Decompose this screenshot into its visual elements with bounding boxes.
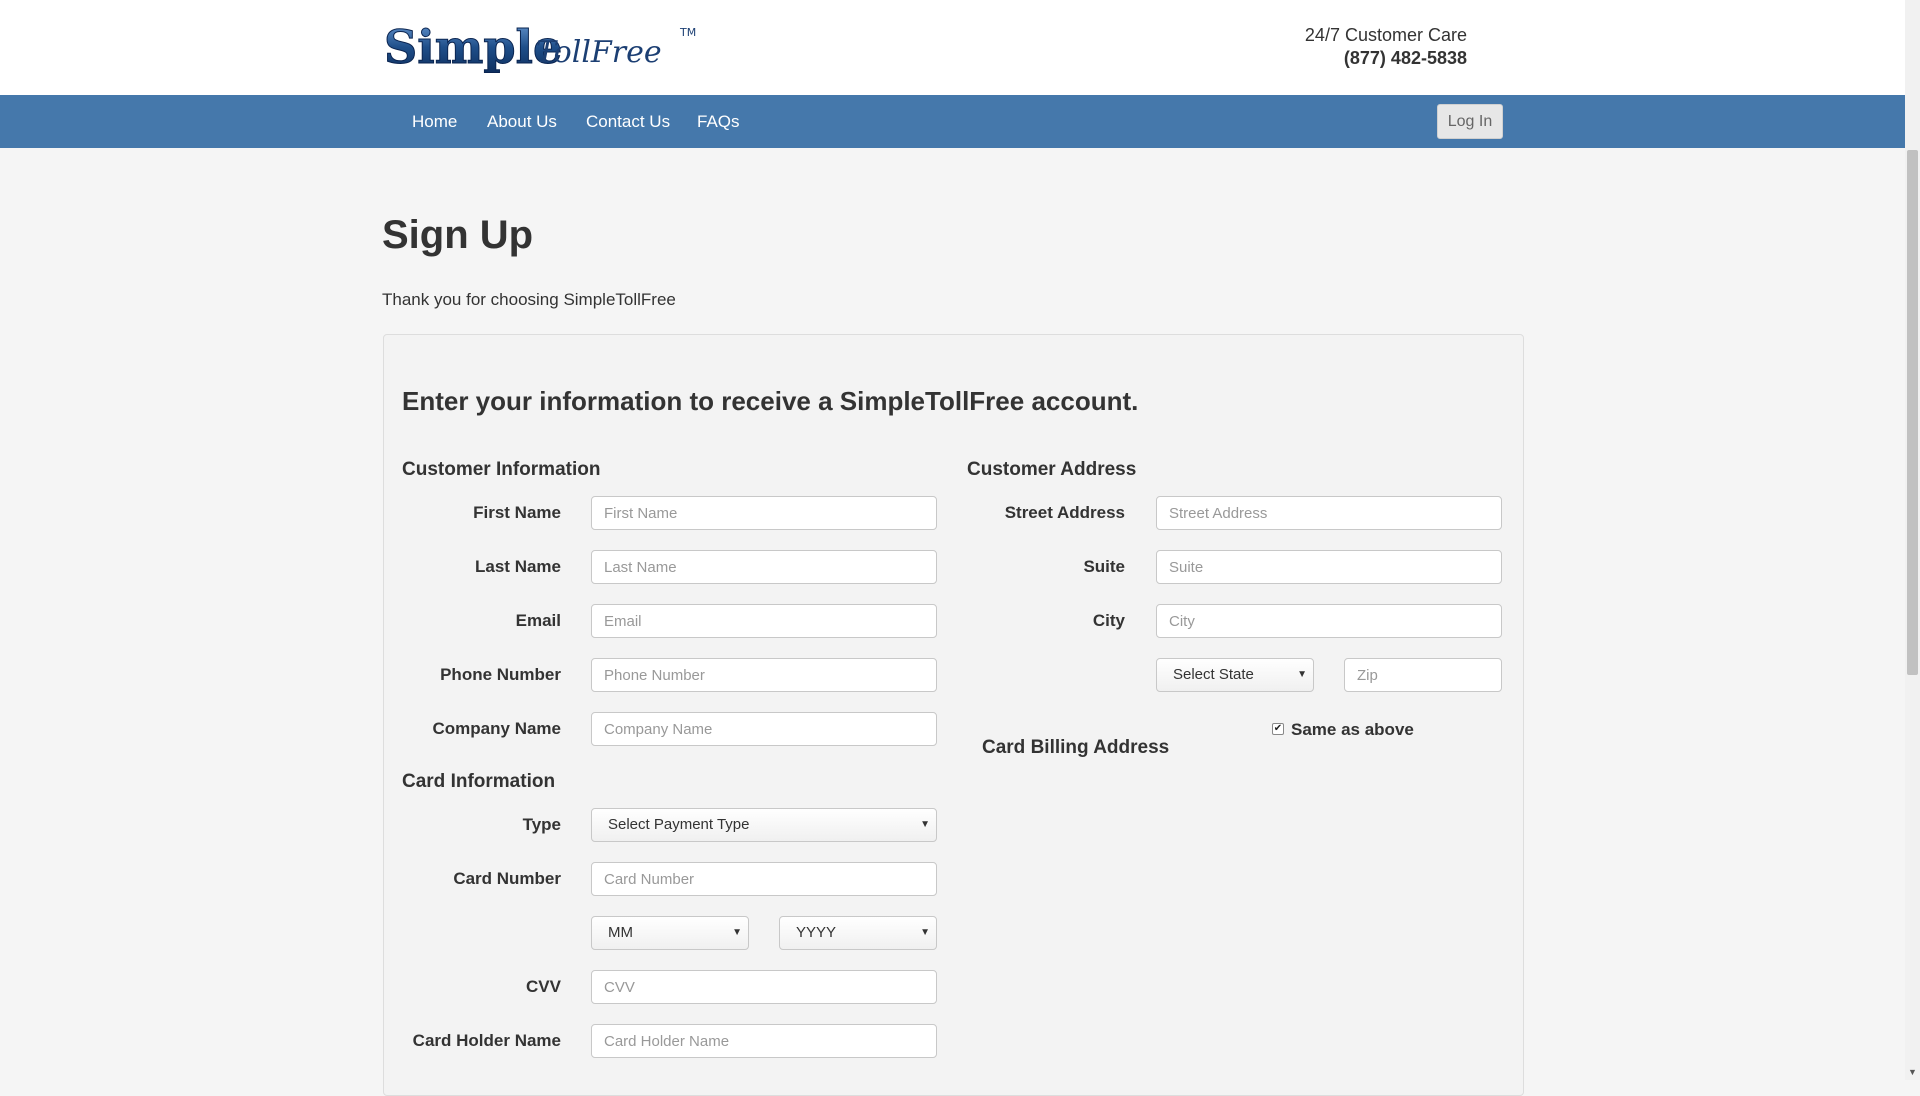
dropdown-arrow-icon: ▼ — [1297, 669, 1307, 680]
card-information-title: Card Information — [402, 771, 556, 792]
customer-care-phone[interactable]: (877) 482-5838 — [1305, 47, 1467, 70]
payment-type-select[interactable]: Select Payment Type ▼ — [591, 808, 937, 842]
nav-home[interactable]: Home — [412, 95, 457, 148]
nav-faqs[interactable]: FAQs — [697, 95, 740, 148]
city-input[interactable] — [1156, 604, 1502, 638]
suite-label: Suite — [1083, 557, 1125, 576]
simpletollfree-logo[interactable]: Simple TollFree TM — [382, 18, 702, 75]
street-address-input[interactable] — [1156, 496, 1502, 530]
card-billing-address-title: Card Billing Address — [982, 737, 1170, 758]
payment-type-value: Select Payment Type — [608, 816, 750, 833]
top-header: Simple TollFree TM 24/7 Customer Care (8… — [0, 0, 1905, 95]
last-name-input[interactable] — [591, 550, 937, 584]
zip-input[interactable] — [1344, 658, 1502, 692]
street-address-label: Street Address — [1004, 503, 1125, 522]
phone-number-label: Phone Number — [440, 665, 561, 684]
customer-address-title: Customer Address — [967, 459, 1137, 480]
company-name-label: Company Name — [432, 719, 561, 738]
same-as-above-checkbox[interactable]: ✔ — [1272, 723, 1284, 735]
same-as-above-label[interactable]: Same as above — [1291, 720, 1414, 740]
state-select[interactable]: Select State ▼ — [1156, 658, 1314, 692]
city-label: City — [1092, 611, 1125, 630]
dropdown-arrow-icon: ▼ — [920, 927, 930, 938]
page-subtitle: Thank you for choosing SimpleTollFree — [382, 290, 676, 309]
card-holder-name-input[interactable] — [591, 1024, 937, 1058]
card-holder-name-label: Card Holder Name — [412, 1031, 561, 1050]
state-value: Select State — [1173, 666, 1254, 683]
svg-text:TollFree: TollFree — [536, 35, 662, 70]
main-navbar: Home About Us Contact Us FAQs — [0, 95, 1905, 148]
expiry-year-select[interactable]: YYYY ▼ — [779, 916, 937, 950]
email-label: Email — [515, 611, 561, 630]
customer-information-title: Customer Information — [402, 459, 601, 480]
dropdown-arrow-icon: ▼ — [920, 819, 930, 830]
first-name-label: First Name — [473, 503, 561, 522]
card-number-label: Card Number — [453, 869, 561, 888]
phone-number-input[interactable] — [591, 658, 937, 692]
nav-about-us[interactable]: About Us — [487, 95, 557, 148]
customer-care-label: 24/7 Customer Care — [1304, 25, 1467, 45]
payment-type-label: Type — [522, 815, 561, 834]
suite-input[interactable] — [1156, 550, 1502, 584]
scrollbar-thumb[interactable] — [1907, 150, 1918, 675]
login-button[interactable]: Log In — [1437, 104, 1503, 139]
card-number-input[interactable] — [591, 862, 937, 896]
first-name-input[interactable] — [591, 496, 937, 530]
dropdown-arrow-icon: ▼ — [732, 927, 742, 938]
customer-care-info: 24/7 Customer Care (877) 482-5838 — [1305, 24, 1467, 70]
nav-contact-us[interactable]: Contact Us — [586, 95, 670, 148]
form-heading: Enter your information to receive a Simp… — [402, 386, 1139, 416]
cvv-input[interactable] — [591, 970, 937, 1004]
logo-graphic: Simple TollFree TM — [384, 20, 697, 75]
expiry-year-value: YYYY — [796, 924, 837, 941]
svg-text:TM: TM — [679, 26, 696, 39]
last-name-label: Last Name — [475, 557, 561, 576]
scroll-down-arrow-icon[interactable]: ▼ — [1905, 1065, 1920, 1080]
page-title: Sign Up — [382, 213, 534, 257]
page-scrollbar[interactable]: ▼ — [1905, 0, 1920, 1080]
expiry-month-select[interactable]: MM ▼ — [591, 916, 749, 950]
cvv-label: CVV — [526, 977, 561, 996]
expiry-month-value: MM — [608, 924, 633, 941]
email-input[interactable] — [591, 604, 937, 638]
company-name-input[interactable] — [591, 712, 937, 746]
